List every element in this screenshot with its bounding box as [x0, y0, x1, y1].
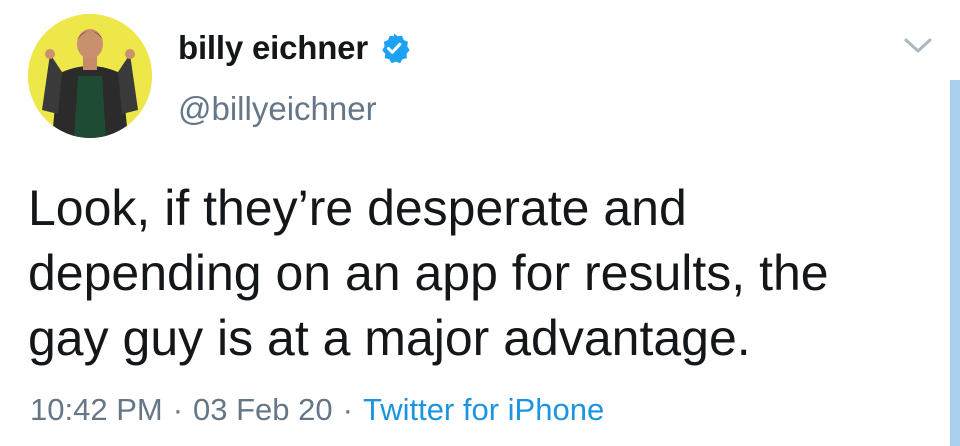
display-name[interactable]: billy eichner — [178, 29, 368, 67]
tweet-source-link[interactable]: Twitter for iPhone — [363, 392, 604, 428]
avatar-image — [28, 14, 152, 138]
verified-badge-icon — [378, 32, 410, 64]
author-name-row[interactable]: billy eichner — [178, 28, 410, 68]
author-handle[interactable]: @billyeichner — [178, 90, 377, 128]
avatar[interactable] — [28, 14, 152, 138]
tweet-card: billy eichner @billyeichner Look, if the… — [0, 0, 960, 446]
tweet-time[interactable]: 10:42 PM — [30, 392, 163, 428]
scrollbar[interactable] — [950, 80, 960, 446]
meta-separator: · — [172, 392, 184, 427]
tweet-text: Look, if they’re desperate and depending… — [28, 180, 829, 366]
tweet-date[interactable]: 03 Feb 20 — [193, 392, 333, 428]
meta-separator: · — [342, 392, 353, 427]
tweet-meta: 10:42 PM · 03 Feb 20 · Twitter for iPhon… — [30, 392, 604, 428]
chevron-down-icon[interactable] — [896, 30, 940, 60]
